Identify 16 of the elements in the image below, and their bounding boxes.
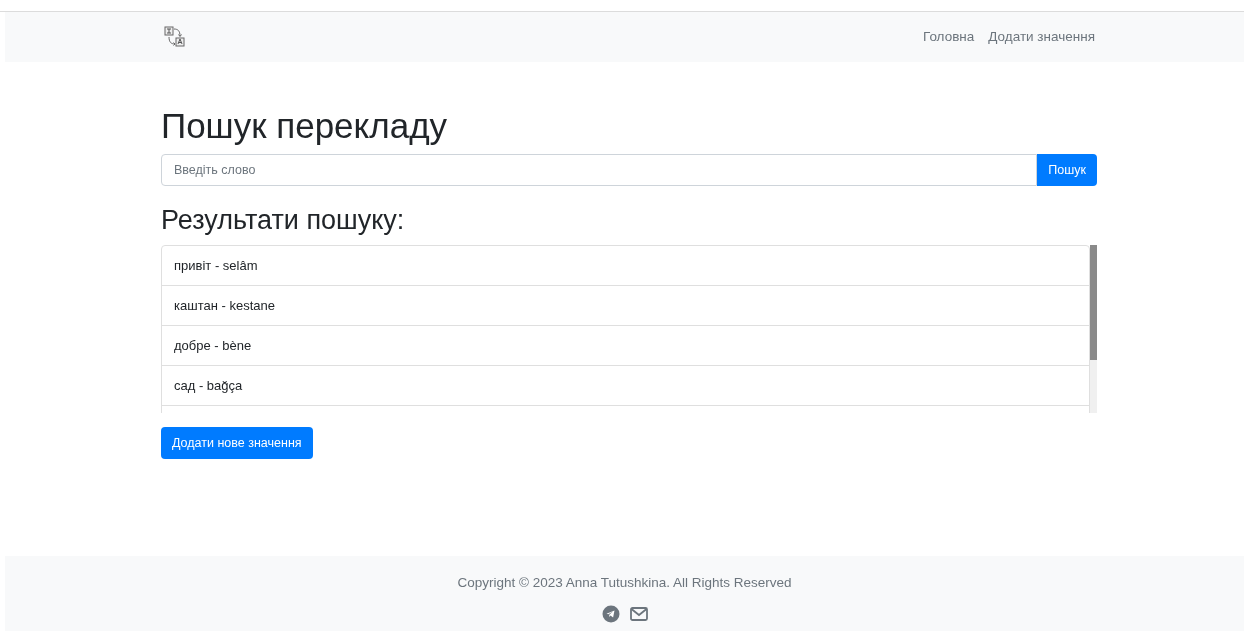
translate-icon[interactable] [163,25,187,49]
result-item[interactable]: сад - bağça [161,365,1090,406]
scrollbar[interactable] [1090,245,1097,413]
result-item[interactable]: добре - bène [161,325,1090,366]
results-heading: Результати пошуку: [161,204,406,237]
envelope-icon[interactable] [629,607,648,622]
result-item[interactable]: привіт - selâm [161,245,1090,286]
nav-link[interactable]: Головна [923,26,975,48]
result-item[interactable]: каштан - kestane [161,285,1090,326]
search-field[interactable]: Введіть слово [161,154,1038,186]
add-button[interactable]: Додати нове значення [161,427,313,459]
nav-link[interactable]: Додати значення [988,26,1095,48]
telegram-icon[interactable] [601,605,620,624]
page-title: Пошук перекладу [161,105,449,147]
copyright-text: Copyright © 2023 Anna Tutushkina. All Rights Reserved [457,574,792,592]
search-button[interactable]: Пошук [1037,154,1097,186]
